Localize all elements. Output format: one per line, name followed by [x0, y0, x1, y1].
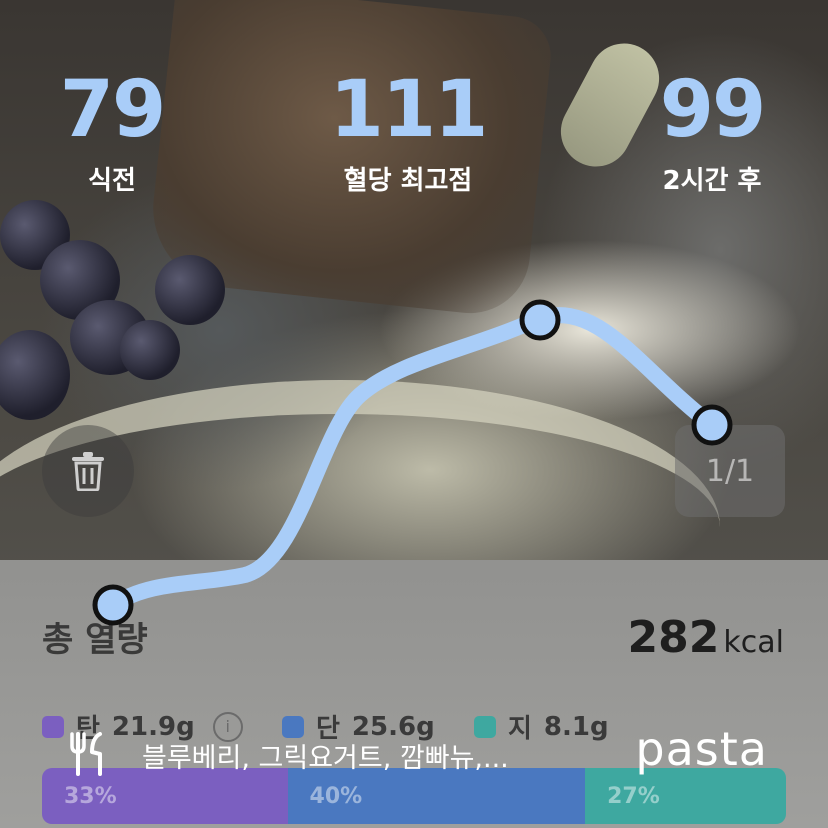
before-meal-point[interactable] [92, 584, 134, 626]
glucose-curve-line [105, 307, 720, 613]
glucose-curve-chart [92, 299, 733, 626]
peak-point[interactable] [519, 299, 561, 341]
after-2h-point[interactable] [691, 404, 733, 446]
